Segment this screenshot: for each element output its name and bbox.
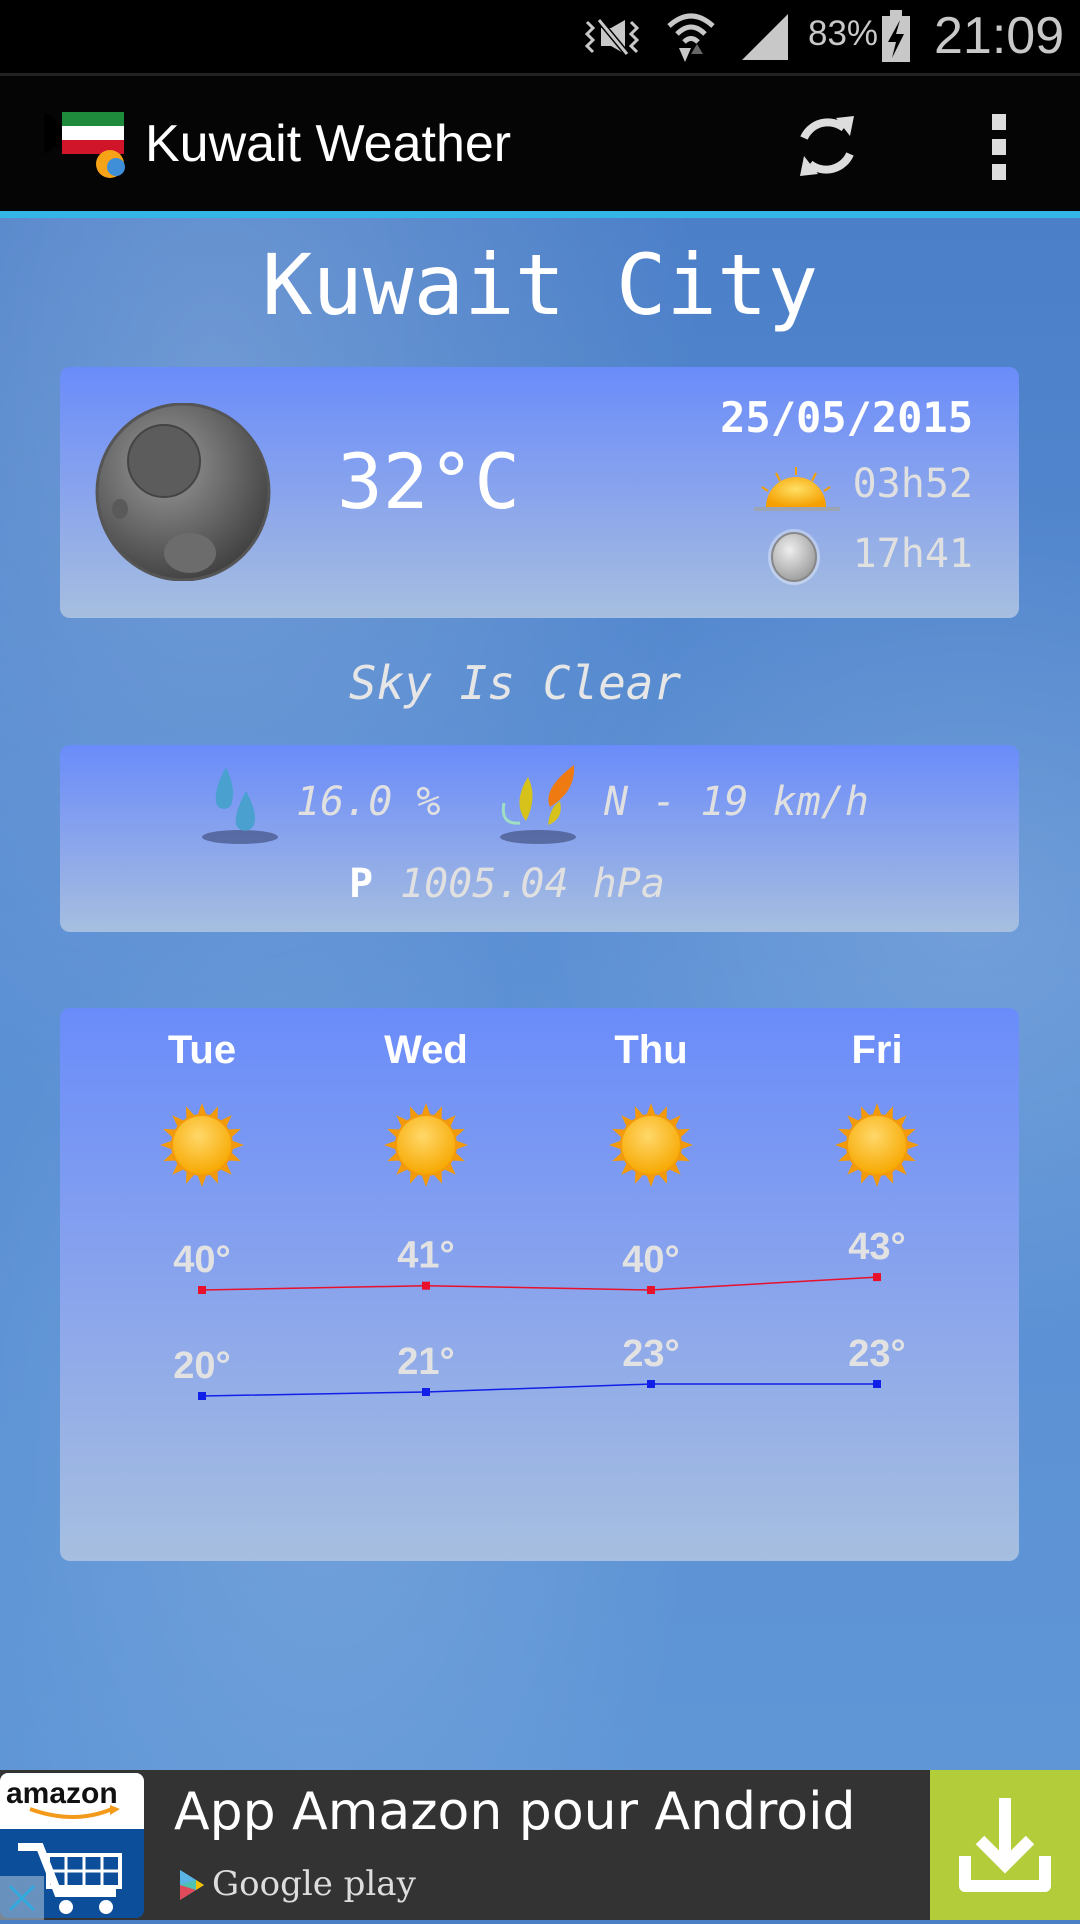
low-temperature-point xyxy=(422,1388,430,1396)
humidity-value: 16.0 % xyxy=(296,779,441,825)
humidity-icon xyxy=(202,767,278,844)
current-temperature: 32°C xyxy=(337,437,521,526)
high-temperature-line xyxy=(201,1276,878,1291)
app-bar-divider xyxy=(0,211,1080,218)
ad-close-button[interactable] xyxy=(0,1876,44,1920)
low-temperature-label: 20° xyxy=(173,1345,230,1387)
high-temperature-label: 40° xyxy=(173,1239,230,1281)
status-bar: 83% 21:09 xyxy=(0,0,1080,76)
ad-banner[interactable]: amazon App Amazon pour Android Google pl… xyxy=(0,1770,1080,1920)
high-temperature-label: 41° xyxy=(397,1235,454,1277)
battery-charging-icon xyxy=(882,10,910,62)
details-card: 16.0 % N - 19 km/h P 1005.04 hPa xyxy=(60,745,1019,932)
high-temperature-point xyxy=(647,1286,655,1294)
high-temperature-point xyxy=(873,1273,881,1282)
high-temperature-label: 43° xyxy=(848,1226,905,1268)
sunrise-time: 03h52 xyxy=(852,461,973,507)
high-temperature-label: 40° xyxy=(622,1239,679,1281)
weather-description: Sky Is Clear xyxy=(348,656,682,710)
download-icon xyxy=(959,1798,1051,1892)
overflow-menu-icon[interactable] xyxy=(980,114,1020,180)
low-temperature-line xyxy=(201,1383,877,1397)
low-temperature-point xyxy=(647,1380,655,1388)
ad-title: App Amazon pour Android xyxy=(174,1782,856,1842)
app-logo-icon xyxy=(44,112,125,178)
current-date: 25/05/2015 xyxy=(720,393,973,442)
low-temperature-label: 23° xyxy=(622,1333,679,1375)
moon-icon xyxy=(95,403,271,581)
low-temperature-point xyxy=(873,1380,881,1388)
wind-value: N - 19 km/h xyxy=(604,779,869,825)
ad-download-button[interactable] xyxy=(930,1770,1080,1920)
high-temperature-point xyxy=(422,1281,430,1290)
forecast-temperature-chart: 40° 41° 40° 43° 20° 21° 23° 23° xyxy=(173,1226,906,1400)
battery-percent: 83% xyxy=(808,14,879,53)
ad-store: Google play xyxy=(212,1864,416,1904)
sunset-moon-icon xyxy=(768,529,820,585)
sunset-time: 17h41 xyxy=(852,531,973,577)
low-temperature-point xyxy=(198,1392,206,1400)
vibrate-mute-icon xyxy=(584,18,639,56)
pressure-value: 1005.04 hPa xyxy=(400,861,665,907)
wifi-icon xyxy=(667,13,715,62)
low-temperature-label: 21° xyxy=(397,1341,454,1383)
pressure-label: P xyxy=(349,861,374,907)
sunrise-icon xyxy=(754,467,840,511)
clock: 21:09 xyxy=(934,7,1065,65)
low-temperature-label: 23° xyxy=(848,1333,905,1375)
app-bar: Kuwait Weather xyxy=(0,76,1080,211)
high-temperature-point xyxy=(198,1286,206,1294)
close-icon xyxy=(8,1884,36,1912)
wind-icon xyxy=(500,765,576,844)
signal-icon xyxy=(742,14,788,60)
current-weather-card: 32°C 25/05/2015 03h52 17h41 xyxy=(60,367,1019,618)
forecast-card: Tue Wed Thu Fri 40° 41° 40° 43° 20° 21° 23° 23° xyxy=(60,1008,1019,1561)
app-title: Kuwait Weather xyxy=(145,115,512,173)
google-play-icon xyxy=(180,1870,204,1900)
city-title: Kuwait City xyxy=(261,236,819,334)
refresh-icon[interactable] xyxy=(792,110,862,182)
